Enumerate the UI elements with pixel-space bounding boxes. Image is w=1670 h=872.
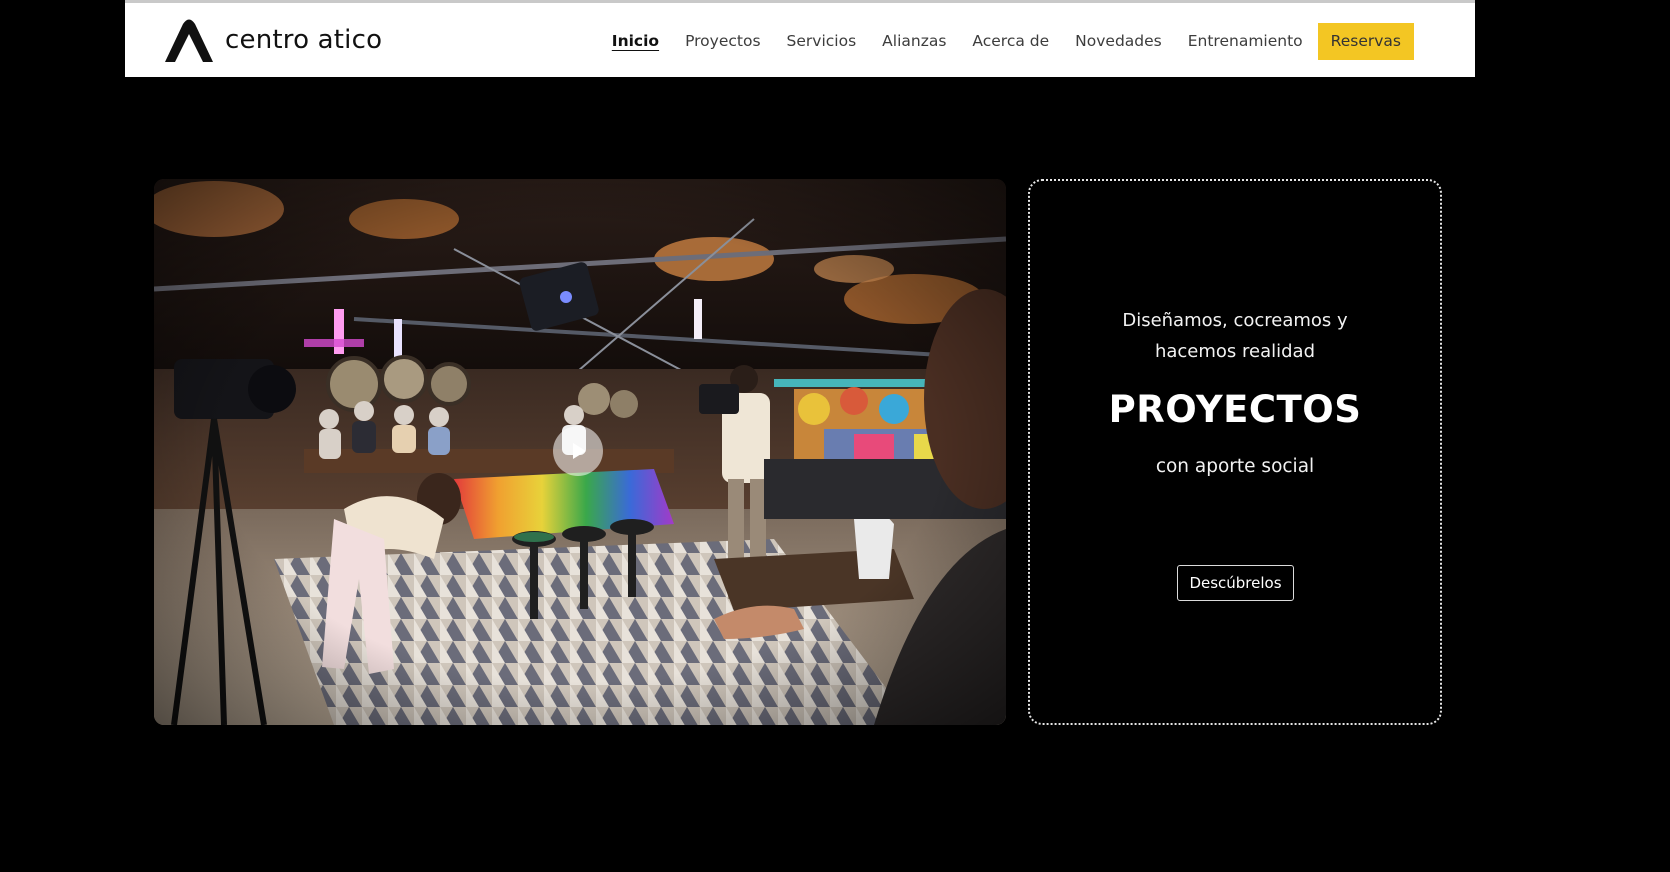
logo-icon: [165, 19, 213, 62]
card-title: PROYECTOS: [1108, 388, 1362, 431]
card-lead-text: Diseñamos, cocreamos y hacemos realidad: [1122, 310, 1348, 362]
nav-item-inicio[interactable]: Inicio: [599, 23, 672, 60]
page: centro atico Inicio Proyectos Servicios …: [0, 0, 1670, 872]
logo-text: centro atico: [225, 25, 383, 55]
nav-item-servicios[interactable]: Servicios: [774, 23, 870, 60]
discover-button[interactable]: Descúbrelos: [1177, 565, 1294, 601]
nav-item-novedades[interactable]: Novedades: [1062, 23, 1175, 60]
nav-item-acerca-de[interactable]: Acerca de: [959, 23, 1062, 60]
main-nav: Inicio Proyectos Servicios Alianzas Acer…: [599, 23, 1414, 60]
card-subtitle: con aporte social: [1155, 456, 1315, 477]
projects-card: Diseñamos, cocreamos y hacemos realidad …: [1028, 179, 1442, 725]
hero-video[interactable]: [154, 179, 1006, 725]
nav-item-proyectos[interactable]: Proyectos: [672, 23, 773, 60]
play-button[interactable]: [553, 426, 603, 476]
nav-item-entrenamiento[interactable]: Entrenamiento: [1175, 23, 1316, 60]
site-header: centro atico Inicio Proyectos Servicios …: [125, 0, 1475, 77]
logo-link[interactable]: centro atico: [163, 18, 382, 64]
nav-item-alianzas[interactable]: Alianzas: [869, 23, 959, 60]
reservas-button[interactable]: Reservas: [1317, 23, 1414, 60]
play-icon: [573, 443, 586, 459]
